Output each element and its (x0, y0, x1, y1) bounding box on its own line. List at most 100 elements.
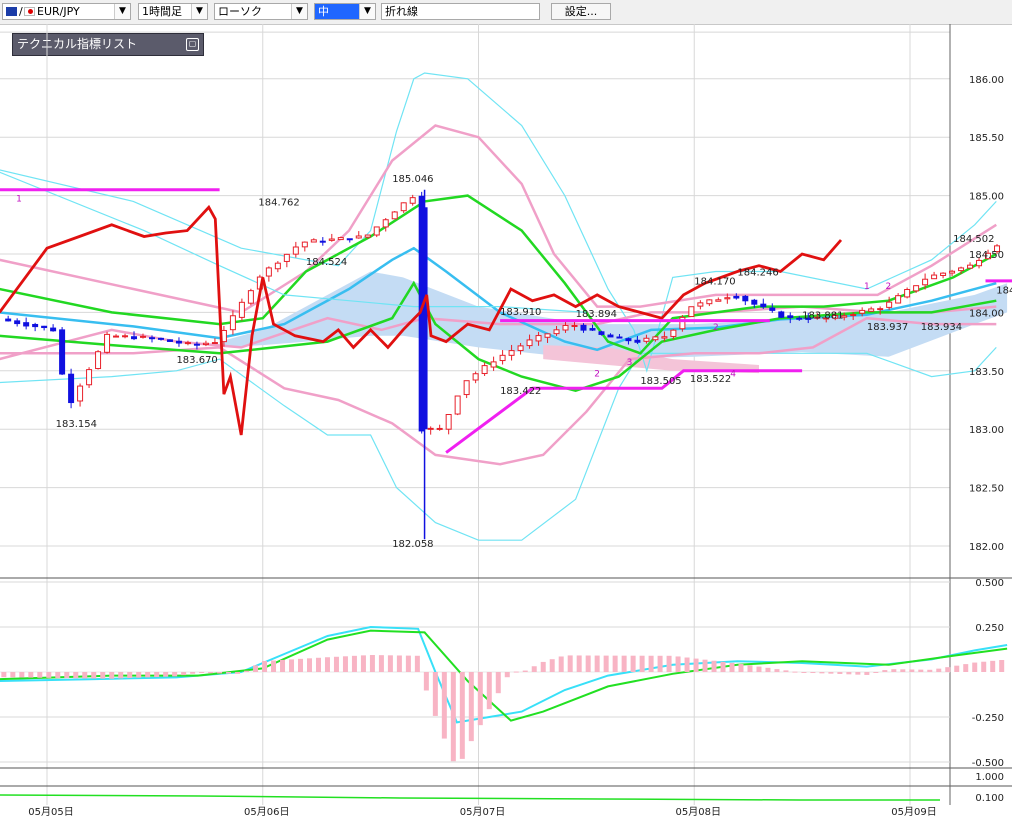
symbol-select[interactable]: / EUR/JPY ▼ (2, 3, 131, 20)
time-axis: 05月05日 05月06日 05月07日 05月08日 05月09日 (28, 806, 936, 818)
candle-body (670, 329, 677, 337)
chevron-down-icon[interactable]: ▼ (291, 4, 307, 19)
histogram-bar (720, 661, 726, 672)
histogram-bar (972, 662, 978, 672)
histogram-bar (253, 665, 259, 672)
line-type-field[interactable]: 折れ線 (381, 3, 540, 20)
histogram-bar (756, 666, 762, 672)
candle-body (463, 380, 470, 396)
price-label: 183.910 (500, 307, 541, 318)
histogram-bar (801, 672, 807, 673)
candle-body (319, 240, 326, 243)
bottom-tick-label: 0.100 (975, 793, 1004, 804)
candle-body (922, 278, 929, 286)
price-label: 184.762 (258, 197, 299, 208)
candle-body (607, 334, 614, 338)
histogram-bar (306, 658, 312, 672)
histogram-bar (765, 667, 771, 672)
histogram-bar (64, 672, 70, 679)
candle-body (481, 365, 488, 375)
histogram-bar (522, 670, 528, 672)
price-label: 183.894 (576, 309, 617, 320)
signal-line (0, 629, 1008, 722)
histogram-bar (244, 670, 250, 672)
candle-body (796, 317, 803, 320)
histogram-bar (963, 664, 969, 672)
candle-body (868, 308, 875, 312)
zigzag-marker: 2 (594, 370, 600, 380)
grid-lines (0, 24, 1012, 805)
histogram-bar (127, 672, 133, 679)
histogram-bar (693, 658, 699, 672)
timeframe-select[interactable]: 1時間足 ▼ (138, 3, 208, 20)
settings-button[interactable]: 設定... (551, 3, 611, 20)
histogram-bar (360, 655, 366, 672)
chart-area[interactable]: 123241 2 183.154183.670184.762184.524185.… (0, 24, 1012, 820)
candle-body (949, 270, 956, 274)
price-label: 183.881 (802, 310, 843, 321)
histogram-bar (900, 669, 906, 672)
candle-body (113, 335, 120, 338)
price-tick-label: 183.00 (969, 425, 1004, 436)
macd-tick-label: 0.500 (975, 578, 1004, 589)
candle-body (580, 324, 587, 331)
candle-body (634, 339, 641, 343)
bottom-indicator-panel: 1.000 0.100 (0, 772, 1004, 804)
candle-body (202, 342, 209, 346)
macd-tick-label: -0.250 (972, 713, 1004, 724)
candle-body (445, 414, 452, 430)
histogram-bar (648, 655, 654, 672)
histogram-bar (684, 657, 690, 672)
histogram-bar (567, 655, 573, 672)
chevron-down-icon[interactable]: ▼ (191, 4, 207, 19)
histogram-bar (918, 669, 924, 672)
price-tick-label: 184.00 (969, 308, 1004, 319)
candle-body (760, 303, 767, 308)
histogram-bar (396, 655, 402, 672)
candle-body (571, 325, 578, 328)
histogram-bar (486, 672, 492, 710)
candle-body (175, 340, 182, 344)
histogram-bar (405, 655, 411, 672)
candle-body (904, 289, 911, 298)
histogram-bar (585, 655, 591, 672)
candle-body (77, 385, 84, 402)
candle-body (32, 323, 39, 328)
candle-body (598, 331, 605, 335)
histogram-bar (450, 672, 456, 762)
candle-body (751, 299, 758, 305)
histogram-bar (981, 661, 987, 672)
histogram-bar (909, 669, 915, 672)
candle-body (122, 335, 129, 338)
candle-body (283, 253, 290, 262)
candle-body (131, 336, 138, 340)
candle-body (274, 262, 281, 270)
histogram-bar (621, 655, 627, 672)
histogram-bar (324, 657, 330, 672)
size-select[interactable]: 中 ▼ (314, 3, 376, 20)
histogram-bar (657, 655, 663, 672)
candle-body (544, 333, 551, 338)
histogram-bar (55, 672, 61, 678)
histogram-bar (378, 655, 384, 672)
histogram-bar (549, 659, 555, 672)
chevron-down-icon[interactable]: ▼ (114, 4, 130, 19)
histogram-bar (217, 672, 223, 674)
price-label: 183.934 (921, 322, 962, 333)
time-tick-label: 05月07日 (460, 806, 505, 818)
chart-style-select[interactable]: ローソク ▼ (214, 3, 308, 20)
histogram-bar (19, 672, 25, 678)
histogram-bar (747, 665, 753, 672)
candle-body (364, 234, 371, 238)
histogram-bar (351, 655, 357, 672)
chevron-down-icon[interactable]: ▼ (359, 4, 375, 19)
candle-body (265, 267, 272, 277)
histogram-bar (603, 655, 609, 672)
histogram-bar (531, 666, 537, 672)
macd-tick-label: -0.500 (972, 758, 1004, 769)
histogram-bar (136, 672, 142, 678)
candle-body (535, 335, 542, 342)
histogram-bar (999, 660, 1005, 672)
line-type-label: 折れ線 (385, 5, 418, 18)
candle-body (346, 238, 353, 241)
